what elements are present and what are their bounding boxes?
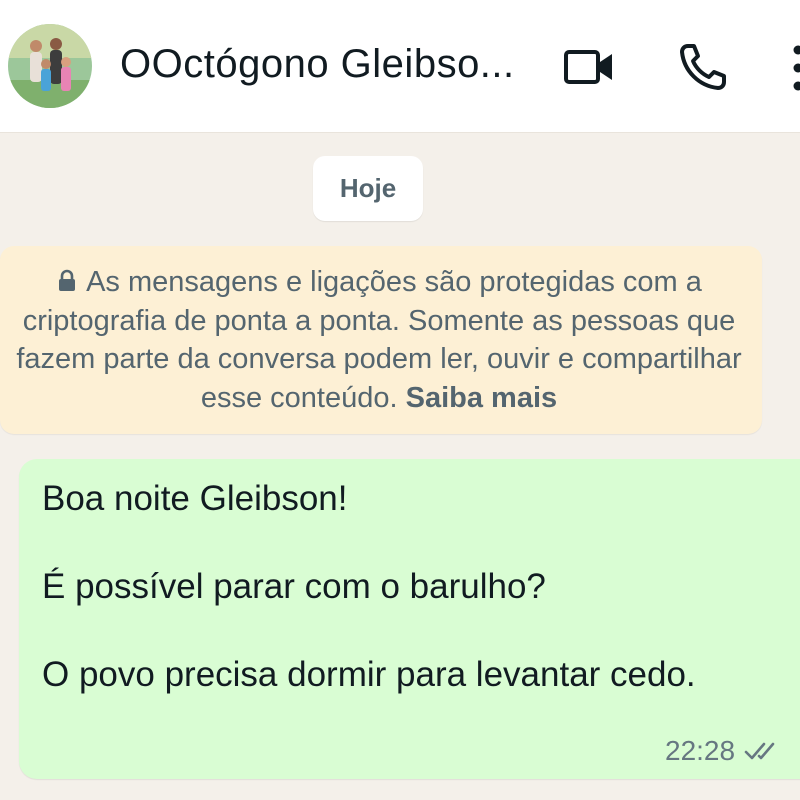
- contact-name[interactable]: OOctógono Gleibso...: [120, 42, 515, 87]
- double-check-icon: [744, 742, 775, 760]
- more-options-icon[interactable]: [786, 40, 800, 100]
- encryption-notice[interactable]: As mensagens e ligações são protegidas c…: [0, 246, 762, 434]
- contact-avatar[interactable]: [8, 24, 92, 108]
- outgoing-message-bubble[interactable]: Boa noite Gleibson! É possível parar com…: [19, 459, 800, 779]
- message-meta: 22:28: [665, 735, 783, 767]
- message-text: Boa noite Gleibson! É possível parar com…: [42, 479, 696, 694]
- learn-more-link[interactable]: Saiba mais: [406, 382, 558, 414]
- date-chip: Hoje: [313, 156, 423, 221]
- message-time: 22:28: [665, 735, 736, 766]
- voice-call-icon[interactable]: [676, 40, 730, 94]
- encryption-notice-text: As mensagens e ligações são protegidas c…: [16, 266, 742, 414]
- video-call-icon[interactable]: [562, 40, 616, 94]
- chat-header: OOctógono Gleibso...: [0, 0, 800, 133]
- lock-icon: [59, 269, 76, 291]
